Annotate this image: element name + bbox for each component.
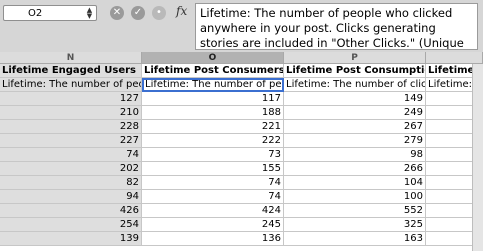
data-cell[interactable]: 73: [142, 148, 284, 162]
data-cell[interactable]: 94: [0, 190, 142, 204]
name-box-value: O2: [28, 8, 43, 19]
data-cell[interactable]: 228: [0, 120, 142, 134]
data-cell[interactable]: 104: [284, 176, 426, 190]
spreadsheet-grid[interactable]: N Lifetime Engaged Users Lifetime: The num…: [0, 52, 483, 251]
function-icon[interactable]: •: [152, 6, 166, 20]
data-cell[interactable]: 279: [284, 134, 426, 148]
data-cell[interactable]: 245: [142, 218, 284, 232]
data-cell[interactable]: 136: [142, 232, 284, 246]
data-cell[interactable]: 149: [284, 92, 426, 106]
data-cell[interactable]: 188: [142, 106, 284, 120]
formula-bar: O2 ▲ ▼ ✕ ✓ • fx Lifetime: The number of p…: [0, 0, 483, 52]
data-cell[interactable]: 249: [284, 106, 426, 120]
data-cell[interactable]: 266: [284, 162, 426, 176]
data-cell[interactable]: 426: [0, 204, 142, 218]
enter-icon[interactable]: ✓: [131, 6, 145, 20]
data-cell[interactable]: 74: [142, 190, 284, 204]
data-cell[interactable]: 227: [0, 134, 142, 148]
data-cell[interactable]: 221: [142, 120, 284, 134]
data-cell[interactable]: 82: [0, 176, 142, 190]
data-cell[interactable]: 325: [284, 218, 426, 232]
vertical-scrollbar[interactable]: [472, 64, 483, 251]
data-cell[interactable]: 267: [284, 120, 426, 134]
column-header-o[interactable]: O: [142, 52, 284, 64]
data-cell[interactable]: 127: [0, 92, 142, 106]
description-cell[interactable]: Lifetime: The number of click: [284, 78, 426, 92]
data-cell[interactable]: 98: [284, 148, 426, 162]
data-cell[interactable]: 117: [142, 92, 284, 106]
description-cell[interactable]: Lifetime: The number of peo: [0, 78, 142, 92]
column-header-p[interactable]: P: [284, 52, 426, 64]
header-cell[interactable]: Lifetime Post Consumptio: [284, 64, 426, 78]
formula-input[interactable]: Lifetime: The number of people who click…: [195, 3, 478, 50]
header-cell[interactable]: Lifetime Engaged Users: [0, 64, 142, 78]
data-cell[interactable]: 424: [142, 204, 284, 218]
name-box-dropdown-icon[interactable]: ▲ ▼: [85, 7, 94, 20]
data-cell[interactable]: 222: [142, 134, 284, 148]
data-cell[interactable]: 100: [284, 190, 426, 204]
cancel-icon[interactable]: ✕: [110, 6, 124, 20]
fx-label[interactable]: fx: [176, 4, 187, 18]
data-cell[interactable]: 155: [142, 162, 284, 176]
header-cell[interactable]: Lifetime Post Consumers: [142, 64, 284, 78]
column-header-next[interactable]: [426, 52, 483, 64]
data-cell[interactable]: 552: [284, 204, 426, 218]
data-cell[interactable]: 139: [0, 232, 142, 246]
data-cell[interactable]: 74: [0, 148, 142, 162]
name-box[interactable]: O2 ▲ ▼: [3, 5, 97, 21]
data-cell[interactable]: 210: [0, 106, 142, 120]
active-cell[interactable]: Lifetime: The number of peo: [142, 78, 284, 92]
data-cell[interactable]: 202: [0, 162, 142, 176]
data-cell[interactable]: 254: [0, 218, 142, 232]
data-cell[interactable]: 74: [142, 176, 284, 190]
data-cell[interactable]: 163: [284, 232, 426, 246]
column-header-n[interactable]: N: [0, 52, 142, 64]
